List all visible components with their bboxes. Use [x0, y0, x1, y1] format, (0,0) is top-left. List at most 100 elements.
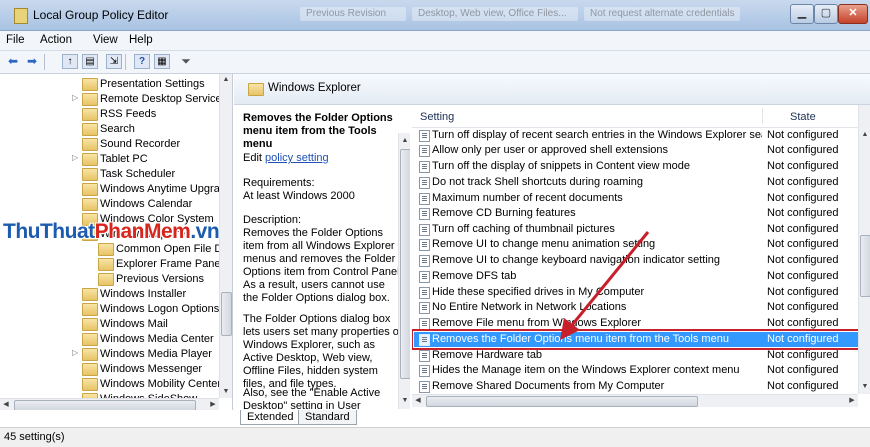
- folder-icon: [82, 93, 98, 106]
- scroll-down-arrow-icon[interactable]: ▼: [220, 386, 232, 398]
- column-header-setting[interactable]: Setting: [420, 111, 454, 123]
- policy-setting-icon: [419, 334, 430, 346]
- scroll-up-arrow-icon[interactable]: ▲: [220, 74, 232, 86]
- tree-item-windows-anytime-upgrade[interactable]: Windows Anytime Upgrade: [0, 182, 232, 197]
- window-title: Local Group Policy Editor: [33, 8, 169, 22]
- menu-file[interactable]: File: [6, 34, 25, 46]
- setting-row[interactable]: Remove CD Burning features Not configured: [414, 206, 860, 221]
- background-window-tabs: Previous Revision Desktop, Web view, Off…: [300, 7, 740, 23]
- scroll-right-arrow-icon[interactable]: ▶: [207, 399, 219, 410]
- group-policy-icon: [14, 8, 28, 24]
- tree-expander[interactable]: ▷: [72, 348, 80, 357]
- show-hide-tree-icon[interactable]: ▤: [82, 54, 98, 69]
- menu-help[interactable]: Help: [129, 34, 153, 46]
- tree-horizontal-scrollbar[interactable]: ◀ ▶: [0, 398, 219, 410]
- up-folder-icon[interactable]: ↑: [62, 54, 78, 69]
- help-icon[interactable]: ?: [134, 54, 150, 69]
- maximize-button[interactable]: ▢: [814, 4, 838, 24]
- edit-prefix: Edit: [243, 152, 262, 164]
- tree-item-common-open-file-dialog[interactable]: Common Open File Dia: [0, 242, 231, 257]
- back-arrow-icon[interactable]: ⬅: [5, 54, 21, 69]
- setting-row[interactable]: Turn off caching of thumbnail pictures No…: [414, 222, 860, 237]
- tree-item-task-scheduler[interactable]: Task Scheduler: [0, 167, 220, 182]
- setting-row[interactable]: Remove DFS tab Not configured: [414, 269, 860, 284]
- scroll-down-arrow-icon[interactable]: ▼: [399, 395, 410, 407]
- tree-item-search[interactable]: Search: [0, 122, 220, 137]
- folder-icon: [82, 333, 98, 346]
- column-separator[interactable]: [762, 108, 763, 124]
- setting-row[interactable]: No Entire Network in Network Locations No…: [414, 300, 860, 315]
- setting-row[interactable]: Remove UI to change keyboard navigation …: [414, 253, 860, 268]
- tree-item-rss-feeds[interactable]: RSS Feeds: [0, 107, 220, 122]
- setting-row[interactable]: Hide these specified drives in My Comput…: [414, 285, 860, 300]
- forward-arrow-icon[interactable]: ➡: [24, 54, 40, 69]
- setting-row[interactable]: Turn off display of recent search entrie…: [414, 128, 860, 143]
- setting-row[interactable]: Allow only per user or approved shell ex…: [414, 143, 860, 158]
- tree-item-windows-media-center[interactable]: Windows Media Center: [0, 332, 220, 347]
- export-list-icon[interactable]: ⇲: [106, 54, 122, 69]
- tree-item-windows-media-player[interactable]: ▷ Windows Media Player: [0, 347, 220, 362]
- tab-extended[interactable]: Extended: [240, 410, 301, 425]
- tree-item-windows-mobility-center[interactable]: Windows Mobility Center: [0, 377, 221, 392]
- setting-row[interactable]: Turn off the display of snippets in Cont…: [414, 159, 860, 174]
- folder-icon: [82, 153, 98, 166]
- tree-item-explorer-frame-pane[interactable]: Explorer Frame Pane: [0, 257, 221, 272]
- tree-item-windows-messenger[interactable]: Windows Messenger: [0, 362, 220, 377]
- tree-item-label: Sound Recorder: [100, 138, 181, 150]
- setting-row[interactable]: Remove File menu from Windows Explorer No…: [414, 316, 860, 331]
- watermark-text: PhanMem: [94, 220, 191, 243]
- setting-name: Turn off caching of thumbnail pictures: [432, 223, 615, 235]
- tree-expander[interactable]: ▷: [72, 153, 80, 162]
- scroll-right-arrow-icon[interactable]: ▶: [846, 395, 858, 407]
- folder-icon: [248, 83, 264, 96]
- tree-item-label: Remote Desktop Services: [100, 93, 228, 105]
- scrollbar-thumb[interactable]: [400, 149, 410, 379]
- scrollbar-thumb[interactable]: [221, 292, 232, 336]
- description-scrollbar[interactable]: ▲ ▼: [398, 133, 410, 409]
- scrollbar-thumb[interactable]: [14, 400, 196, 410]
- setting-row[interactable]: Remove Shared Documents from My Computer…: [414, 379, 860, 394]
- edit-policy-link[interactable]: policy setting: [265, 152, 329, 164]
- description-pane: Removes the Folder Options menu item fro…: [234, 105, 410, 409]
- column-header-state[interactable]: State: [790, 111, 816, 123]
- folder-icon: [82, 168, 98, 181]
- description-text: Removes the Folder Options item from all…: [243, 227, 403, 304]
- tree-item-windows-calendar[interactable]: Windows Calendar: [0, 197, 220, 212]
- tree-vertical-scrollbar[interactable]: ▲ ▼: [219, 74, 232, 398]
- tree-item-windows-mail[interactable]: Windows Mail: [0, 317, 220, 332]
- setting-row[interactable]: Do not track Shell shortcuts during roam…: [414, 175, 860, 190]
- policy-setting-icon: [419, 287, 430, 299]
- close-button[interactable]: ✕: [838, 4, 868, 24]
- tab-standard[interactable]: Standard: [298, 410, 357, 425]
- list-horizontal-scrollbar[interactable]: ◀ ▶: [412, 394, 858, 407]
- setting-row[interactable]: Hides the Manage item on the Windows Exp…: [414, 363, 860, 378]
- scroll-up-arrow-icon[interactable]: ▲: [859, 129, 870, 141]
- minimize-button[interactable]: ▁: [790, 4, 814, 24]
- scroll-left-arrow-icon[interactable]: ◀: [0, 399, 12, 410]
- menu-view[interactable]: View: [93, 34, 118, 46]
- setting-row[interactable]: Remove UI to change menu animation setti…: [414, 237, 860, 252]
- filter-icon[interactable]: ⏷: [178, 54, 194, 69]
- tree-item-remote-desktop-services[interactable]: ▷ Remote Desktop Services: [0, 92, 227, 107]
- tree-item-presentation-settings[interactable]: Presentation Settings: [0, 77, 220, 92]
- list-vertical-scrollbar[interactable]: ▲ ▼: [858, 105, 870, 394]
- setting-row[interactable]: Maximum number of recent documents Not co…: [414, 191, 860, 206]
- properties-icon[interactable]: ▦: [154, 54, 170, 69]
- tree-item-previous-versions[interactable]: Previous Versions: [0, 272, 220, 287]
- scrollbar-thumb[interactable]: [860, 235, 870, 297]
- menu-action[interactable]: Action: [40, 34, 72, 46]
- toolbar-separator: [44, 54, 45, 70]
- scroll-left-arrow-icon[interactable]: ◀: [412, 395, 424, 407]
- tree-item-windows-installer[interactable]: Windows Installer: [0, 287, 220, 302]
- setting-state: Not configured: [767, 333, 839, 345]
- setting-state: Not configured: [767, 317, 839, 329]
- scrollbar-thumb[interactable]: [426, 396, 698, 407]
- tree-expander[interactable]: ▷: [72, 93, 80, 102]
- scroll-up-arrow-icon[interactable]: ▲: [399, 135, 410, 147]
- scroll-down-arrow-icon[interactable]: ▼: [859, 381, 870, 393]
- tree-item-sound-recorder[interactable]: Sound Recorder: [0, 137, 220, 152]
- setting-row[interactable]: Remove Hardware tab Not configured: [414, 348, 860, 363]
- tree-item-tablet-pc[interactable]: ▷ Tablet PC: [0, 152, 220, 167]
- tree-item-windows-logon-options[interactable]: Windows Logon Options: [0, 302, 220, 317]
- setting-row-selected[interactable]: Removes the Folder Options menu item fro…: [412, 329, 863, 350]
